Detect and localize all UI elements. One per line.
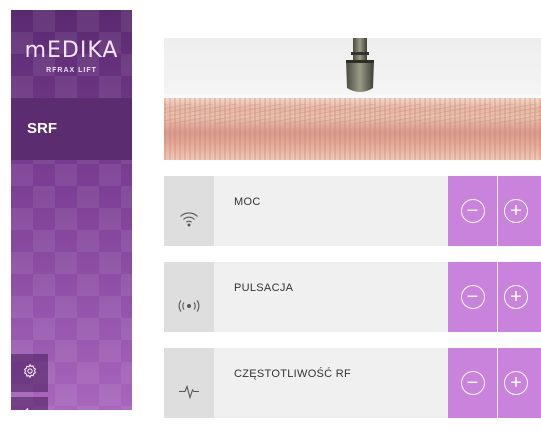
sidebar-item-label: SRF <box>27 120 57 137</box>
back-button[interactable] <box>11 397 48 410</box>
increase-czestotliwosc-button[interactable]: + <box>498 348 541 418</box>
settings-button[interactable] <box>11 354 48 392</box>
minus-icon: − <box>460 371 485 395</box>
control-label: PULSACJA <box>234 282 294 294</box>
decrease-pulsacja-button[interactable]: − <box>448 262 497 332</box>
logo-main-text: mEDIKA <box>24 38 119 63</box>
pulse-signal-icon <box>177 299 201 318</box>
gear-icon <box>22 363 38 384</box>
decrease-czestotliwosc-button[interactable]: − <box>448 348 497 418</box>
minus-icon: − <box>460 199 485 223</box>
control-row-pulsacja: PULSACJA − + <box>164 262 541 332</box>
plus-icon: + <box>504 371 528 395</box>
treatment-illustration <box>164 38 541 160</box>
decrease-moc-button[interactable]: − <box>448 176 497 246</box>
row-icon-cell <box>164 348 214 418</box>
increase-pulsacja-button[interactable]: + <box>498 262 541 332</box>
wifi-icon <box>179 211 199 232</box>
control-label: CZĘSTOTLIWOŚĆ RF <box>234 368 352 380</box>
plus-icon: + <box>504 199 528 223</box>
heartbeat-icon <box>178 383 200 404</box>
logo-sub-text: RFRAX LIFT <box>46 67 97 74</box>
increase-moc-button[interactable]: + <box>498 176 541 246</box>
skin-layer-image <box>164 98 541 160</box>
control-row-czestotliwosc: CZĘSTOTLIWOŚĆ RF − + <box>164 348 541 418</box>
sidebar: mEDIKA RFRAX LIFT SRF <box>11 10 132 410</box>
row-icon-cell <box>164 262 214 332</box>
control-label: MOC <box>234 196 261 208</box>
rf-probe-image <box>346 38 374 92</box>
row-icon-cell <box>164 176 214 246</box>
sidebar-item-srf[interactable]: SRF <box>11 98 132 160</box>
arrow-left-icon <box>22 406 38 410</box>
plus-icon: + <box>504 285 528 309</box>
control-row-moc: MOC − + <box>164 176 541 246</box>
logo: mEDIKA RFRAX LIFT <box>11 10 132 98</box>
minus-icon: − <box>460 285 485 309</box>
